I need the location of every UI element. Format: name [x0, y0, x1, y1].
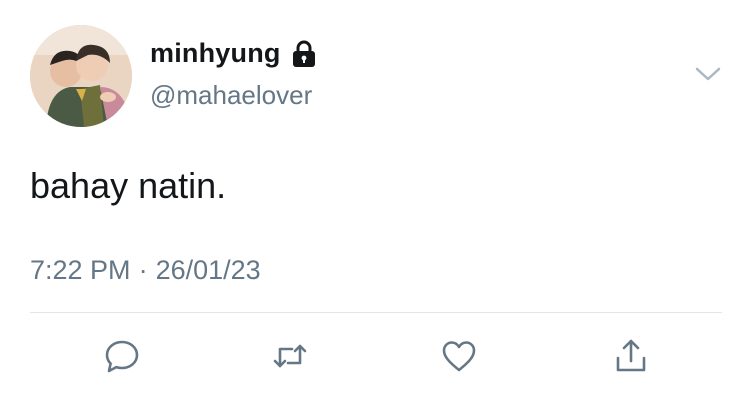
- tweet-date[interactable]: 26/01/23: [156, 255, 261, 286]
- avatar-photo: [30, 25, 132, 127]
- display-name[interactable]: minhyung: [150, 38, 281, 69]
- share-up-arrow-icon: [616, 339, 646, 372]
- retweet-button[interactable]: [268, 334, 312, 378]
- lock-icon: [289, 39, 319, 69]
- user-name-row: minhyung: [150, 38, 319, 69]
- chevron-down-icon[interactable]: [694, 62, 722, 86]
- reply-button[interactable]: [100, 334, 144, 378]
- speech-bubble-icon: [105, 340, 139, 373]
- meta-separator: ·: [138, 255, 148, 285]
- retweet-arrows-icon: [273, 344, 307, 368]
- tweet-text: bahay natin.: [30, 165, 227, 206]
- share-button[interactable]: [609, 334, 653, 378]
- like-button[interactable]: [437, 334, 481, 378]
- avatar[interactable]: [30, 25, 132, 127]
- heart-icon: [442, 341, 476, 372]
- user-handle[interactable]: @mahaelover: [150, 80, 312, 111]
- tweet-meta: 7:22 PM · 26/01/23: [30, 255, 261, 286]
- action-bar: [0, 334, 750, 378]
- divider: [30, 312, 722, 313]
- tweet-time[interactable]: 7:22 PM: [30, 255, 131, 286]
